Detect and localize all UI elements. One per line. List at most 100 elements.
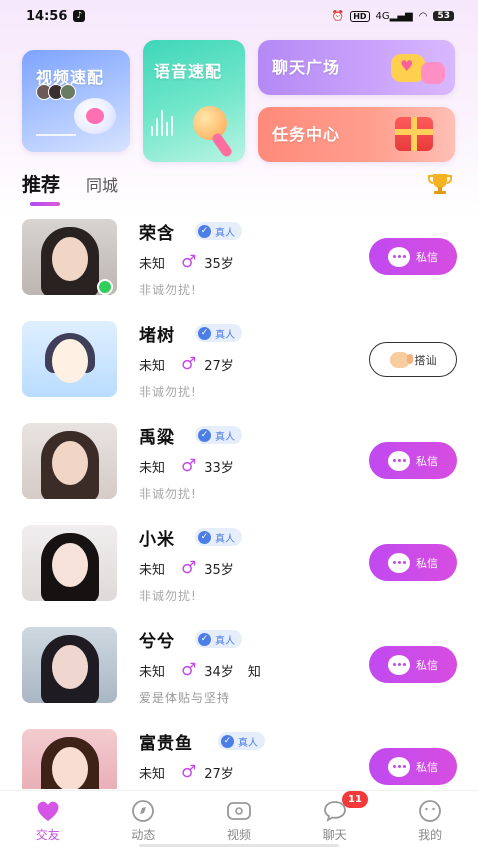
male-icon: ♂ bbox=[181, 456, 197, 476]
voice-match-title: 语音速配 bbox=[154, 62, 223, 81]
male-icon: ♂ bbox=[181, 354, 197, 374]
info-row: 未知 ♂ 35岁 bbox=[139, 558, 234, 578]
list-item[interactable]: 富贵鱼 ✓ 真人 未知 ♂ 27岁 私信 bbox=[0, 729, 478, 789]
chat-square-title: 聊天广场 bbox=[272, 58, 341, 77]
user-name: 荣含 bbox=[139, 224, 175, 244]
bottom-navigation: 交友 动态 视频 聊天 我的 bbox=[0, 790, 478, 850]
verified-label: 真人 bbox=[215, 329, 235, 341]
bio: 非诚勿扰! bbox=[139, 385, 197, 399]
list-item[interactable]: 荣含 ✓ 真人 未知 ♂ 35岁 非诚勿扰! 私信 bbox=[0, 219, 478, 321]
list-item[interactable]: 堵树 ✓ 真人 未知 ♂ 27岁 非诚勿扰! 搭讪 bbox=[0, 321, 478, 423]
button-label: 私信 bbox=[416, 556, 438, 570]
user-name: 小米 bbox=[139, 530, 175, 550]
private-message-button[interactable]: 私信 bbox=[369, 238, 457, 275]
button-label: 私信 bbox=[416, 760, 438, 774]
chat-unread-badge: 11 bbox=[342, 791, 368, 808]
avatar[interactable] bbox=[22, 525, 117, 601]
male-icon: ♂ bbox=[181, 660, 197, 680]
location: 未知 bbox=[139, 664, 166, 680]
status-time: 14:56 bbox=[26, 8, 68, 24]
user-name: 禹粱 bbox=[139, 428, 175, 448]
status-bar: 14:56 ♪ ⏰ HD 4G▂▄▆ ◠ 53 bbox=[0, 0, 478, 32]
nav-label: 动态 bbox=[131, 828, 156, 842]
verified-label: 真人 bbox=[238, 737, 258, 749]
verified-badge: ✓ 真人 bbox=[195, 324, 242, 342]
private-message-button[interactable]: 私信 bbox=[369, 748, 457, 785]
list-item[interactable]: 小米 ✓ 真人 未知 ♂ 35岁 非诚勿扰! 私信 bbox=[0, 525, 478, 627]
trophy-icon[interactable] bbox=[427, 172, 453, 196]
battery-icon: 53 bbox=[433, 11, 454, 21]
hd-icon: HD bbox=[350, 10, 370, 22]
task-center-card[interactable]: 任务中心 bbox=[258, 107, 455, 162]
message-bubble-icon bbox=[388, 450, 410, 471]
avatar[interactable] bbox=[22, 729, 117, 789]
nav-label: 交友 bbox=[35, 828, 60, 842]
microphone-handle bbox=[210, 131, 234, 159]
location: 未知 bbox=[139, 460, 166, 476]
private-message-button[interactable]: 私信 bbox=[369, 646, 457, 683]
chat-square-card[interactable]: 聊天广场 bbox=[258, 40, 455, 95]
age: 35岁 bbox=[204, 562, 234, 578]
age: 33岁 bbox=[204, 460, 234, 476]
heart-chat-icon bbox=[391, 54, 425, 82]
video-bubble-icon bbox=[74, 98, 116, 134]
age: 35岁 bbox=[204, 256, 234, 272]
video-match-card[interactable]: 视频速配 bbox=[22, 50, 130, 152]
avatar[interactable] bbox=[22, 423, 117, 499]
button-label: 私信 bbox=[416, 658, 438, 672]
avatar[interactable] bbox=[22, 627, 117, 703]
message-bubble-icon bbox=[388, 654, 410, 675]
bio: 非诚勿扰! bbox=[139, 283, 197, 297]
alarm-icon: ⏰ bbox=[331, 10, 345, 22]
verified-badge: ✓ 真人 bbox=[218, 732, 265, 750]
age: 34岁 bbox=[204, 664, 234, 680]
private-message-button[interactable]: 私信 bbox=[369, 442, 457, 479]
info-row: 未知 ♂ 27岁 bbox=[139, 354, 234, 374]
battery-level: 53 bbox=[437, 11, 450, 21]
nav-label: 视频 bbox=[226, 828, 251, 842]
verified-label: 真人 bbox=[215, 533, 235, 545]
button-label: 私信 bbox=[416, 454, 438, 468]
tiktok-notification-icon: ♪ bbox=[73, 10, 86, 22]
nav-item-friends[interactable]: 交友 bbox=[0, 791, 96, 850]
nav-label: 我的 bbox=[418, 828, 443, 842]
video-icon bbox=[227, 802, 251, 820]
male-icon: ♂ bbox=[181, 252, 197, 272]
nav-item-moments[interactable]: 动态 bbox=[96, 791, 192, 850]
home-indicator bbox=[139, 844, 339, 847]
chat-bubble-icon bbox=[421, 62, 445, 84]
profile-face-icon bbox=[419, 800, 442, 822]
wifi-icon: ◠ bbox=[418, 10, 428, 22]
mini-avatars bbox=[36, 84, 76, 100]
gift-icon bbox=[395, 117, 433, 151]
microphone-icon bbox=[193, 106, 227, 140]
avatar[interactable] bbox=[22, 321, 117, 397]
check-icon: ✓ bbox=[221, 734, 234, 748]
male-icon: ♂ bbox=[181, 558, 197, 578]
online-status-dot bbox=[97, 279, 113, 295]
info-row: 未知 ♂ 33岁 bbox=[139, 456, 234, 476]
voice-match-card[interactable]: 语音速配 bbox=[143, 40, 245, 162]
user-name: 富贵鱼 bbox=[139, 734, 193, 754]
check-icon: ✓ bbox=[198, 530, 211, 544]
info-row: 未知 ♂ 35岁 bbox=[139, 252, 234, 272]
network-type: 4G bbox=[375, 10, 390, 22]
male-icon: ♂ bbox=[181, 762, 197, 782]
verified-badge: ✓ 真人 bbox=[195, 630, 242, 648]
extra-text: 知 bbox=[247, 664, 261, 680]
greet-button[interactable]: 搭讪 bbox=[369, 342, 457, 377]
check-icon: ✓ bbox=[198, 428, 211, 442]
list-item[interactable]: 兮兮 ✓ 真人 未知 ♂ 34岁 知 爱是体贴与坚持 私信 bbox=[0, 627, 478, 729]
nav-item-chat[interactable]: 聊天 bbox=[287, 791, 383, 850]
tab-same-city[interactable]: 同城 bbox=[86, 172, 118, 197]
list-item[interactable]: 禹粱 ✓ 真人 未知 ♂ 33岁 非诚勿扰! 私信 bbox=[0, 423, 478, 525]
nav-item-me[interactable]: 我的 bbox=[382, 791, 478, 850]
user-name: 堵树 bbox=[139, 326, 175, 346]
tab-recommend[interactable]: 推荐 bbox=[22, 170, 61, 206]
private-message-button[interactable]: 私信 bbox=[369, 544, 457, 581]
nav-label: 聊天 bbox=[322, 828, 347, 842]
location: 未知 bbox=[139, 358, 166, 374]
info-row: 未知 ♂ 27岁 bbox=[139, 762, 234, 782]
message-bubble-icon bbox=[388, 756, 410, 777]
nav-item-video[interactable]: 视频 bbox=[191, 791, 287, 850]
